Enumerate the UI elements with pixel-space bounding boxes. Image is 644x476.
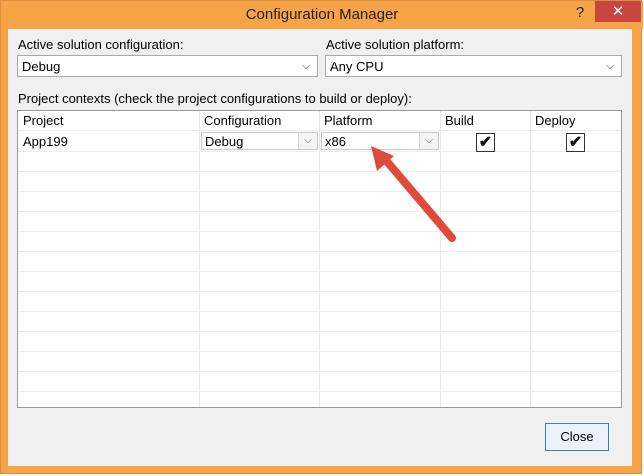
row-platform-select[interactable]: x86 ⌵ — [321, 132, 439, 150]
checkmark-icon: ✔ — [478, 134, 493, 151]
chevron-down-icon: ⌵ — [419, 133, 438, 149]
column-build — [440, 111, 531, 407]
header-deploy: Deploy — [535, 113, 576, 128]
active-config-label: Active solution configuration: — [18, 37, 184, 52]
row-platform-value: x86 — [325, 134, 346, 149]
row-configuration-value: Debug — [205, 134, 244, 149]
help-button[interactable]: ? — [569, 3, 591, 23]
project-contexts-grid: Project Configuration Platform Build Dep… — [17, 110, 622, 408]
active-platform-value: Any CPU — [330, 59, 384, 74]
chevron-down-icon: ⌵ — [605, 60, 615, 72]
column-platform — [319, 111, 441, 407]
header-build: Build — [445, 113, 474, 128]
header-platform: Platform — [324, 113, 373, 128]
checkmark-icon: ✔ — [568, 134, 583, 151]
row-deploy-checkbox[interactable]: ✔ — [566, 133, 585, 152]
column-project — [18, 111, 200, 407]
header-configuration: Configuration — [204, 113, 282, 128]
window-close-button[interactable]: ✕ — [595, 1, 641, 22]
row-project-name: App199 — [23, 134, 68, 149]
window-title: Configuration Manager — [245, 6, 399, 23]
row-build-checkbox[interactable]: ✔ — [476, 133, 495, 152]
header-project: Project — [23, 113, 64, 128]
active-platform-label: Active solution platform: — [326, 37, 465, 52]
chevron-down-icon: ⌵ — [298, 133, 317, 149]
active-platform-select[interactable]: Any CPU ⌵ — [325, 55, 622, 77]
row-configuration-select[interactable]: Debug ⌵ — [201, 132, 318, 150]
chevron-down-icon: ⌵ — [301, 60, 311, 72]
title-bar[interactable]: Configuration Manager ? ✕ — [1, 1, 643, 29]
active-config-select[interactable]: Debug ⌵ — [17, 55, 318, 77]
close-button[interactable]: Close — [545, 423, 609, 451]
column-configuration — [199, 111, 320, 407]
active-config-value: Debug — [22, 59, 61, 74]
project-contexts-label: Project contexts (check the project conf… — [18, 91, 412, 106]
